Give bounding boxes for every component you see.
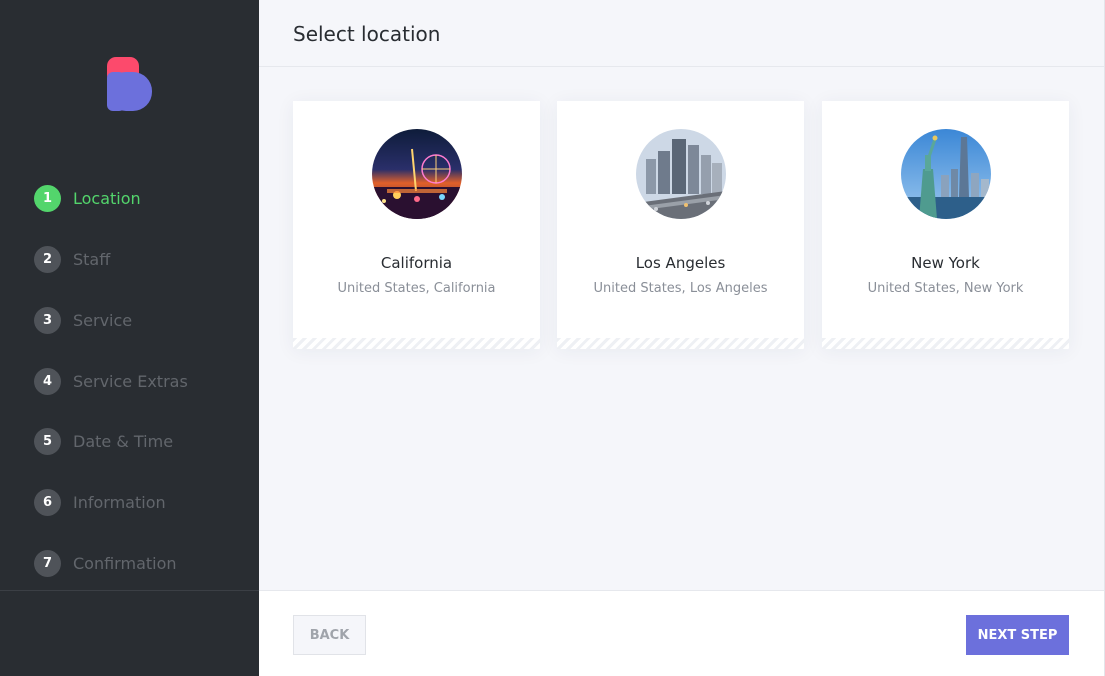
sidebar: 1 Location 2 Staff 3 Service 4 Service E… [0, 0, 259, 676]
step-staff[interactable]: 2 Staff [34, 245, 254, 273]
step-label: Confirmation [73, 553, 177, 573]
new-york-statue-of-liberty-photo [901, 129, 991, 219]
location-card-california[interactable]: California United States, California [293, 101, 540, 349]
california-night-fair-photo [372, 129, 462, 219]
step-number: 3 [34, 306, 61, 334]
sidebar-divider [0, 590, 259, 591]
card-stripes-decoration [293, 338, 540, 349]
step-number: 4 [34, 367, 61, 395]
step-service[interactable]: 3 Service [34, 306, 254, 334]
step-number: 7 [34, 549, 61, 577]
back-button[interactable]: BACK [293, 615, 366, 655]
location-address: United States, Los Angeles [593, 281, 768, 296]
next-step-button[interactable]: NEXT STEP [966, 615, 1069, 655]
step-label: Information [73, 492, 166, 512]
page-header: Select location [259, 0, 1104, 67]
location-name: California [380, 254, 453, 272]
card-stripes-decoration [557, 338, 804, 349]
step-label: Date & Time [73, 431, 174, 451]
step-label: Staff [73, 249, 111, 269]
step-label: Service [73, 310, 133, 330]
step-service-extras[interactable]: 4 Service Extras [34, 367, 254, 395]
step-number: 6 [34, 488, 61, 516]
step-confirmation[interactable]: 7 Confirmation [34, 549, 254, 577]
step-information[interactable]: 6 Information [34, 488, 254, 516]
card-stripes-decoration [822, 338, 1069, 349]
booknetic-logo-icon [107, 57, 152, 111]
step-label: Service Extras [73, 371, 188, 391]
step-label: Location [73, 188, 141, 208]
location-name: New York [911, 254, 980, 272]
location-name: Los Angeles [635, 254, 726, 272]
step-number: 1 [34, 184, 61, 212]
footer-bar: BACK NEXT STEP [259, 590, 1104, 676]
location-address: United States, California [337, 281, 496, 296]
page-title: Select location [293, 22, 441, 46]
location-card-los-angeles[interactable]: Los Angeles United States, Los Angeles [557, 101, 804, 349]
location-address: United States, New York [867, 281, 1024, 296]
step-number: 2 [34, 245, 61, 273]
step-number: 5 [34, 427, 61, 455]
location-card-new-york[interactable]: New York United States, New York [822, 101, 1069, 349]
step-date-time[interactable]: 5 Date & Time [34, 427, 254, 455]
los-angeles-skyline-photo [636, 129, 726, 219]
step-location[interactable]: 1 Location [34, 184, 254, 212]
main-panel: Select location California United States… [259, 0, 1105, 676]
